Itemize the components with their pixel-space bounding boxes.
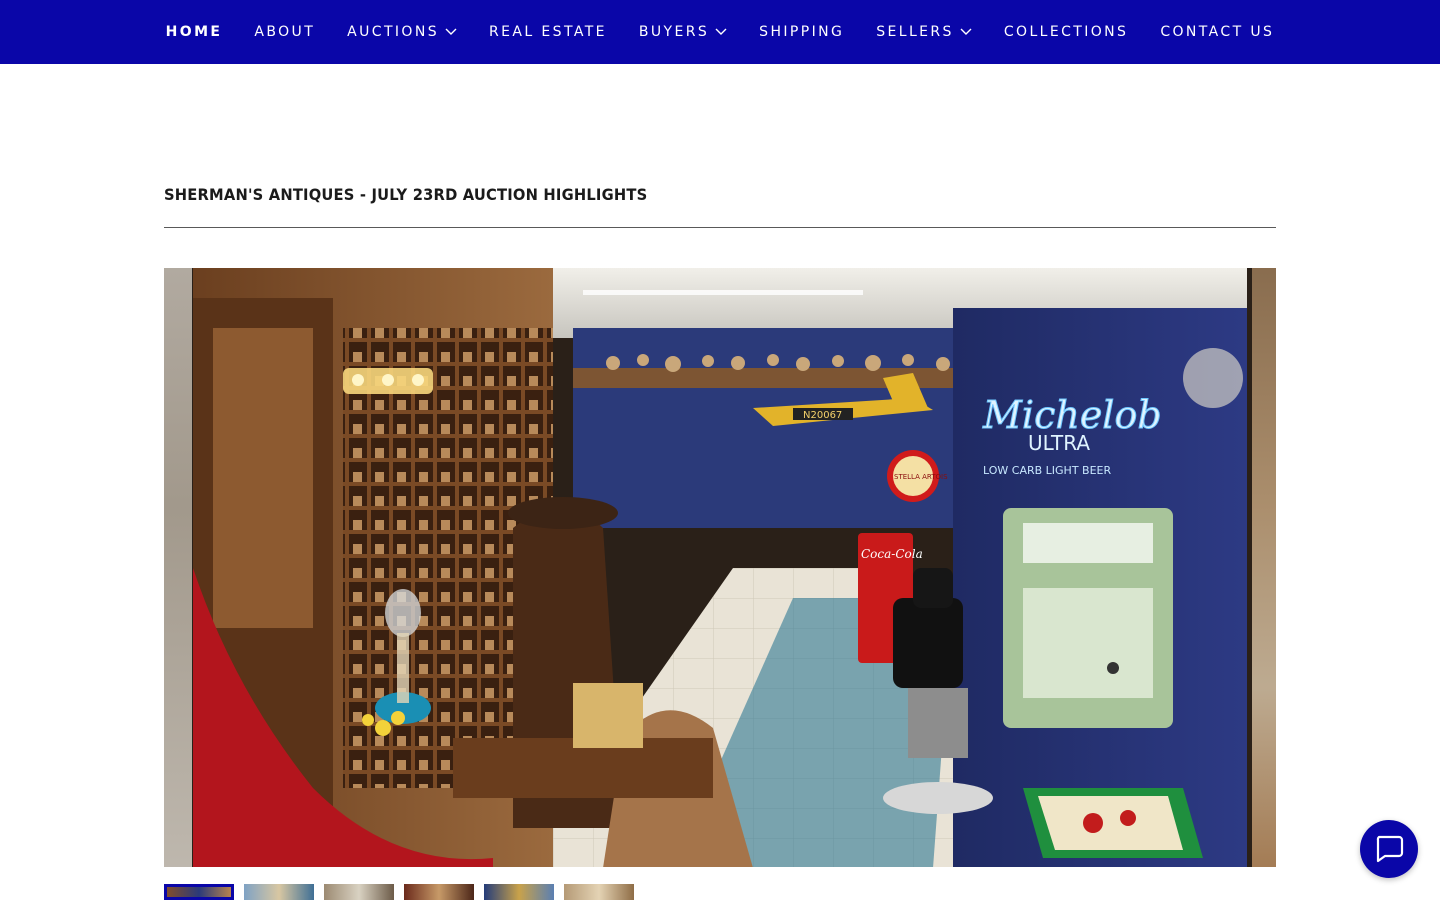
chevron-down-icon (960, 28, 972, 35)
neon-sign-line2: ULTRA (1028, 431, 1090, 455)
nav-item-label: BUYERS (638, 24, 710, 40)
nav-item-label: SHIPPING (759, 24, 845, 40)
nav-item-label: REAL ESTATE (489, 24, 607, 40)
nav-item-auctions[interactable]: AUCTIONS (331, 0, 473, 64)
nav-list: HOME ABOUT AUCTIONS REAL ESTATE BUYERS S… (150, 0, 1291, 64)
nav-item-label: AUCTIONS (347, 24, 440, 40)
plane-tail-number: N20067 (803, 410, 842, 421)
chevron-down-icon (445, 28, 457, 35)
nav-item-label: SELLERS (876, 24, 954, 40)
nav-item-home[interactable]: HOME (150, 0, 239, 64)
gallery-thumbnail[interactable] (404, 884, 474, 900)
gallery-main-photo[interactable]: N20067 Michelob ULTRA LOW CARB LIGHT BEE… (193, 268, 1247, 867)
chevron-down-icon (715, 28, 727, 35)
antique-shop-photo: N20067 Michelob ULTRA LOW CARB LIGHT BEE… (193, 268, 1247, 867)
gallery-thumbnail[interactable] (484, 884, 554, 900)
nav-item-sellers[interactable]: SELLERS (860, 0, 988, 64)
next-slide-peek[interactable] (1252, 268, 1276, 867)
nav-item-label: COLLECTIONS (1003, 24, 1129, 40)
heading-divider (164, 227, 1276, 228)
nav-item-real-estate[interactable]: REAL ESTATE (473, 0, 623, 64)
neon-sign-line3: LOW CARB LIGHT BEER (983, 464, 1111, 477)
chat-bubble-icon (1376, 835, 1404, 863)
nav-item-contact-us[interactable]: CONTACT US (1144, 0, 1290, 64)
nav-item-shipping[interactable]: SHIPPING (743, 0, 860, 64)
gallery-thumbnail[interactable] (324, 884, 394, 900)
nav-item-buyers[interactable]: BUYERS (623, 0, 743, 64)
nav-item-label: CONTACT US (1160, 24, 1275, 40)
cola-sign-text: Coca-Cola (861, 547, 923, 561)
round-sign-text: STELLA ARTOIS (894, 473, 948, 481)
nav-item-label: ABOUT (254, 24, 316, 40)
gallery-thumbnail[interactable] (164, 884, 234, 900)
top-navigation: HOME ABOUT AUCTIONS REAL ESTATE BUYERS S… (0, 0, 1440, 64)
photo-gallery[interactable]: N20067 Michelob ULTRA LOW CARB LIGHT BEE… (164, 268, 1276, 867)
nav-item-about[interactable]: ABOUT (238, 0, 331, 64)
gallery-thumbnails (164, 884, 634, 900)
previous-slide-peek[interactable] (164, 268, 192, 867)
page-title: SHERMAN'S ANTIQUES - JULY 23RD AUCTION H… (164, 185, 648, 204)
nav-item-label: HOME (165, 24, 223, 40)
gallery-thumbnail[interactable] (244, 884, 314, 900)
chat-button[interactable] (1360, 820, 1418, 878)
nav-item-collections[interactable]: COLLECTIONS (988, 0, 1144, 64)
gallery-thumbnail[interactable] (564, 884, 634, 900)
